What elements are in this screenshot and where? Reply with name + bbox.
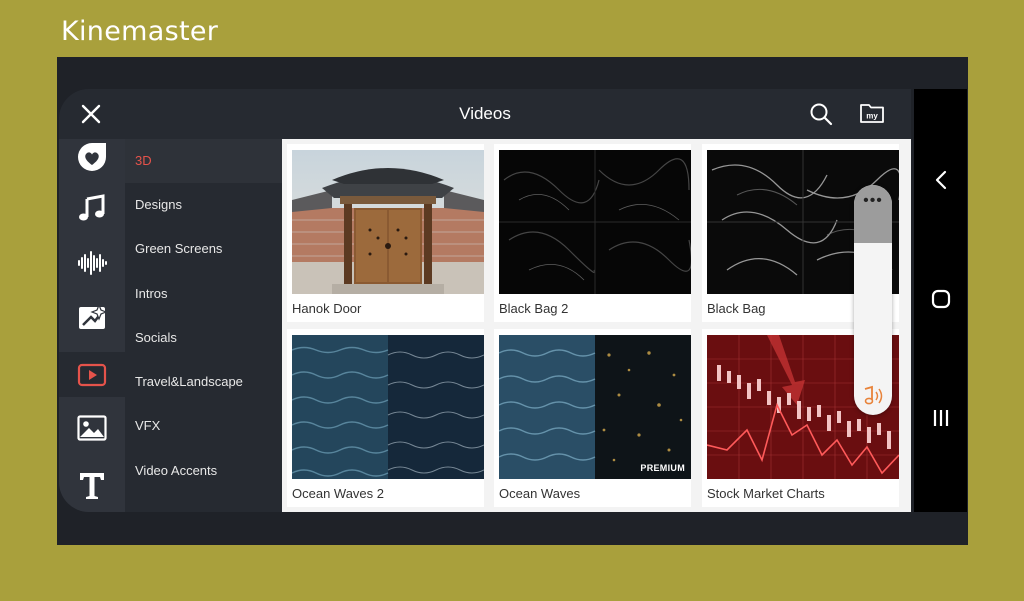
app-brand-title: Kinemaster: [61, 16, 219, 47]
sidebar-item-sound-effects[interactable]: [59, 241, 125, 285]
app-window: Videos my 3D Designs Green Screens Intro…: [59, 89, 911, 512]
recents-icon: [933, 410, 948, 426]
video-title: Ocean Waves: [499, 486, 581, 501]
video-title: Stock Market Charts: [707, 486, 825, 501]
sidebar-item-effects[interactable]: [59, 296, 125, 340]
video-card-ocean-waves-2[interactable]: Ocean Waves 2: [287, 329, 484, 507]
svg-text:my: my: [866, 112, 878, 121]
category-3d[interactable]: 3D: [125, 139, 282, 183]
home-icon: [931, 289, 950, 309]
video-title: Black Bag: [707, 301, 766, 316]
text-icon: [80, 473, 104, 499]
recents-button[interactable]: [914, 403, 967, 433]
category-travel-landscape[interactable]: Travel&Landscape: [125, 360, 282, 404]
video-title: Ocean Waves 2: [292, 486, 385, 501]
audio-wave-icon[interactable]: [861, 385, 885, 407]
video-title: Black Bag 2: [499, 301, 569, 316]
category-video-accents[interactable]: Video Accents: [125, 449, 282, 493]
search-icon[interactable]: [809, 102, 833, 126]
sidebar-item-images[interactable]: [59, 406, 125, 450]
page-title: Videos: [459, 104, 511, 123]
music-note-icon: [79, 194, 105, 221]
sidebar-item-text[interactable]: [59, 463, 125, 507]
top-bar: Videos my: [59, 89, 911, 139]
sticker-heart-icon: [78, 143, 106, 171]
effect-sparkle-icon: [79, 303, 107, 329]
video-title: Hanok Door: [292, 301, 362, 316]
sidebar-item-stickers[interactable]: [59, 135, 125, 179]
sidebar-item-videos[interactable]: [59, 352, 125, 397]
category-green-screens[interactable]: Green Screens: [125, 227, 282, 271]
sidebar-item-music[interactable]: [59, 186, 125, 230]
thumbnail-hanok-door: [292, 150, 484, 294]
thumbnail-ocean-waves: PREMIUM: [499, 335, 691, 479]
video-grid: Hanok Door Black Bag 2 Black Bag Ocean W…: [282, 139, 911, 512]
category-list: 3D Designs Green Screens Intros Socials …: [125, 139, 282, 512]
back-button[interactable]: [914, 165, 967, 195]
floating-scroll-widget[interactable]: •••: [854, 185, 892, 415]
scroll-thumb[interactable]: •••: [854, 185, 892, 243]
premium-badge: PREMIUM: [640, 463, 685, 473]
my-folder-icon[interactable]: my: [859, 101, 885, 125]
sound-wave-icon: [78, 251, 107, 275]
chevron-left-icon: [935, 170, 946, 190]
category-vfx[interactable]: VFX: [125, 404, 282, 448]
thumbnail-ocean-waves-2: [292, 335, 484, 479]
asset-type-sidebar: [59, 139, 125, 512]
system-navigation-bar: [914, 89, 967, 512]
more-options-icon[interactable]: •••: [854, 193, 892, 209]
home-button[interactable]: [914, 284, 967, 314]
video-card-ocean-waves[interactable]: PREMIUM Ocean Waves: [494, 329, 691, 507]
category-socials[interactable]: Socials: [125, 316, 282, 360]
image-icon: [77, 415, 107, 441]
video-card-hanok-door[interactable]: Hanok Door: [287, 144, 484, 322]
category-intros[interactable]: Intros: [125, 272, 282, 316]
video-play-icon: [77, 363, 107, 386]
video-card-black-bag-2[interactable]: Black Bag 2: [494, 144, 691, 322]
category-designs[interactable]: Designs: [125, 183, 282, 227]
thumbnail-black-bag-2: [499, 150, 691, 294]
